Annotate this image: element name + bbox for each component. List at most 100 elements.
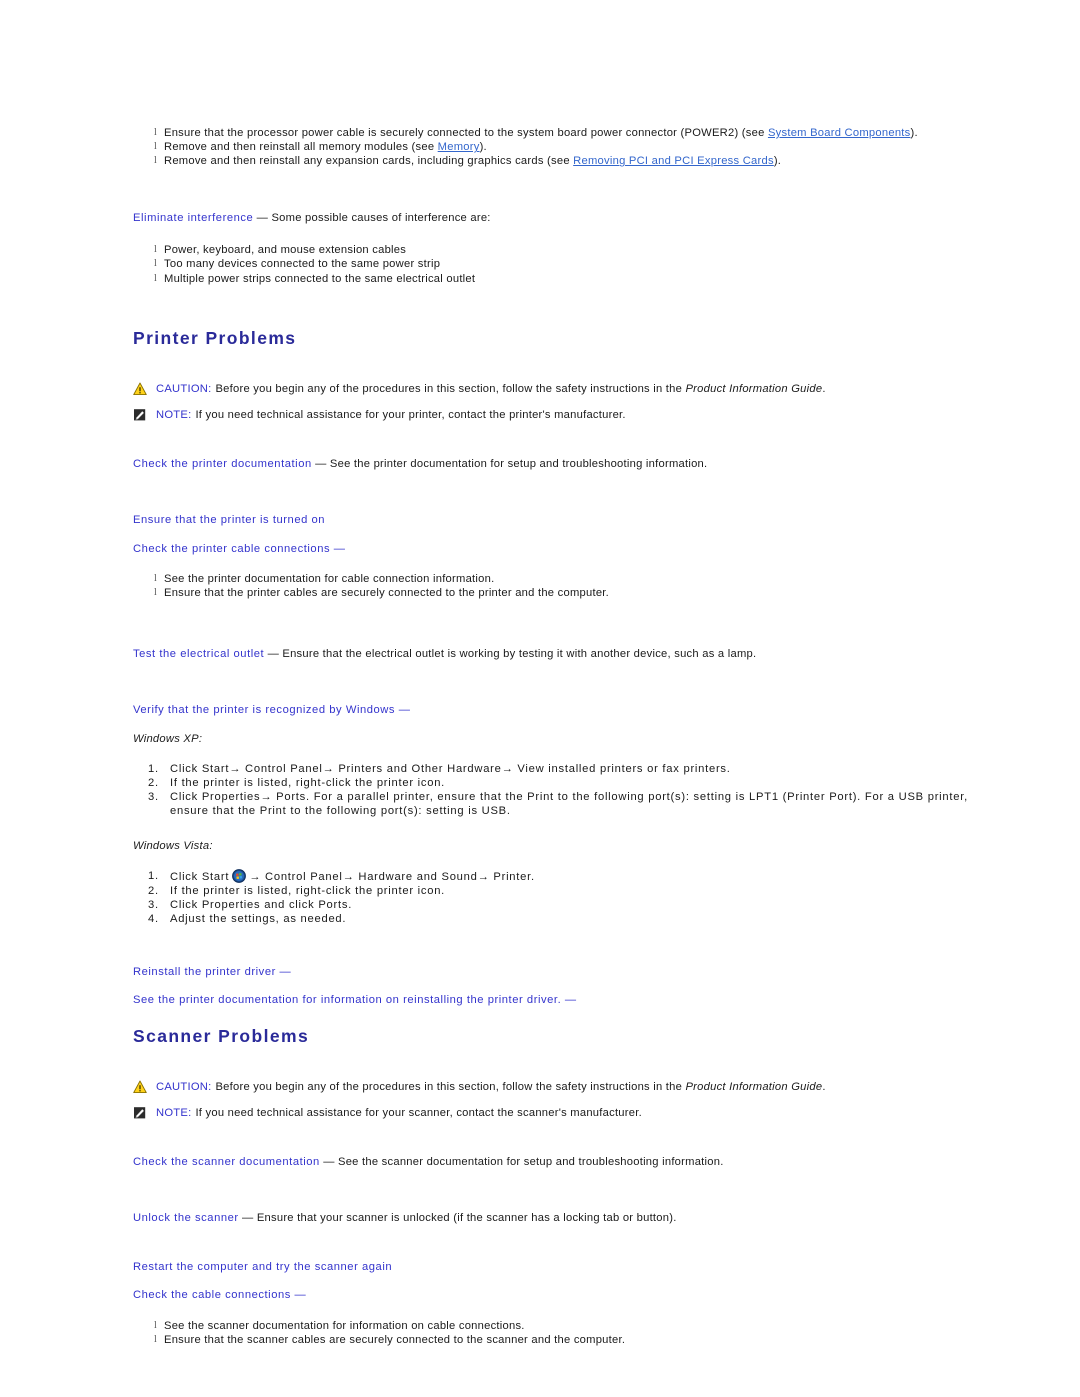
heading-label: Reinstall the printer driver bbox=[133, 965, 276, 978]
bullet-text-post: ). bbox=[479, 141, 487, 154]
heading-dash: — bbox=[290, 1289, 307, 1302]
caution-italic-title: Product Information Guide bbox=[685, 1080, 823, 1093]
see-printer-doc-reinstall-heading: See the printer documentation for inform… bbox=[133, 993, 993, 1008]
heading-label: Check the printer cable connections bbox=[133, 542, 331, 555]
printer-turned-on-heading: Ensure that the printer is turned on bbox=[133, 514, 326, 527]
heading-label: Verify that the printer is recognized by… bbox=[133, 704, 396, 717]
note-pencil-icon bbox=[133, 1106, 147, 1120]
heading-label: See the printer documentation for inform… bbox=[133, 994, 562, 1007]
list-item: Multiple power strips connected to the s… bbox=[133, 272, 993, 286]
windows-vista-start-orb-icon bbox=[232, 868, 247, 883]
vista-step1-post: → Control Panel→ Hardware and Sound→ Pri… bbox=[249, 870, 535, 883]
heading-dash: — bbox=[319, 1155, 338, 1168]
caution-label: CAUTION: bbox=[156, 382, 212, 395]
heading-label: Check the printer documentation bbox=[133, 457, 312, 470]
heading-dash: — bbox=[311, 457, 330, 470]
printer-note-row: NOTE: If you need technical assistance f… bbox=[133, 408, 993, 423]
heading-dash: — bbox=[264, 647, 283, 660]
heading-rest: Ensure that your scanner is unlocked (if… bbox=[256, 1212, 677, 1225]
unlock-scanner-heading: Unlock the scanner — Ensure that your sc… bbox=[133, 1211, 993, 1226]
bullet-text-post: ). bbox=[910, 127, 918, 139]
heading-dash: — bbox=[253, 211, 272, 224]
bullet-text: Remove and then reinstall all memory mod… bbox=[164, 141, 438, 154]
list-item: See the scanner documentation for inform… bbox=[133, 1319, 993, 1333]
list-item: Remove and then reinstall any expansion … bbox=[133, 154, 993, 168]
top-bullet-list: Ensure that the processor power cable is… bbox=[133, 126, 993, 169]
heading-label: Unlock the scanner bbox=[133, 1212, 239, 1225]
check-scanner-documentation-heading: Check the scanner documentation — See th… bbox=[133, 1155, 993, 1170]
eliminate-interference-heading: Eliminate interference — Some possible c… bbox=[133, 211, 993, 226]
bullet-text: Remove and then reinstall any expansion … bbox=[164, 155, 574, 168]
list-item: Ensure that the scanner cables are secur… bbox=[133, 1333, 993, 1347]
check-printer-documentation-heading: Check the printer documentation — See th… bbox=[133, 457, 993, 472]
scanner-cable-bullet-list: See the scanner documentation for inform… bbox=[133, 1319, 993, 1348]
bullet-text-post: ). bbox=[773, 155, 782, 168]
list-item: Adjust the settings, as needed. bbox=[148, 912, 347, 926]
restart-computer-scanner-heading: Restart the computer and try the scanner… bbox=[133, 1260, 393, 1273]
windows-xp-label: Windows XP: bbox=[133, 732, 203, 745]
reinstall-printer-driver-heading: Reinstall the printer driver — bbox=[133, 965, 993, 980]
list-item: If the printer is listed, right-click th… bbox=[148, 884, 446, 898]
link-removing-pci-cards[interactable]: Removing PCI and PCI Express Cards bbox=[573, 155, 774, 167]
list-item: Remove and then reinstall all memory mod… bbox=[133, 140, 993, 154]
heading-label: Check the scanner documentation bbox=[133, 1155, 320, 1168]
document-content: Ensure that the processor power cable is… bbox=[133, 126, 993, 1347]
heading-rest: See the printer documentation for setup … bbox=[329, 457, 708, 470]
heading-dash: — bbox=[238, 1212, 257, 1225]
check-cable-connections-heading: Check the cable connections — bbox=[133, 1288, 993, 1303]
list-item: Ensure that the processor power cable is… bbox=[133, 126, 993, 140]
link-memory[interactable]: Memory bbox=[438, 141, 480, 153]
note-pencil-icon bbox=[133, 408, 147, 422]
printer-cable-bullet-list: See the printer documentation for cable … bbox=[133, 572, 993, 601]
test-electrical-outlet-heading: Test the electrical outlet — Ensure that… bbox=[133, 647, 993, 662]
heading-rest: See the scanner documentation for setup … bbox=[338, 1155, 724, 1168]
list-item: Ensure that the printer cables are secur… bbox=[133, 586, 993, 600]
scanner-caution-row: CAUTION: Before you begin any of the pro… bbox=[133, 1080, 993, 1095]
heading-dash: — bbox=[395, 704, 411, 717]
note-text: If you need technical assistance for you… bbox=[195, 1107, 642, 1120]
warning-triangle-icon bbox=[133, 1080, 147, 1094]
heading-label: Check the cable connections bbox=[133, 1289, 291, 1302]
windows-xp-steps: Click Start→ Control Panel→ Printers and… bbox=[133, 762, 993, 819]
windows-vista-steps: Click Start → Control Panel→ Hardware and… bbox=[133, 869, 993, 927]
heading-rest: Some possible causes of interference are… bbox=[271, 211, 491, 224]
note-label: NOTE: bbox=[156, 1107, 192, 1120]
list-item: Power, keyboard, and mouse extension cab… bbox=[133, 243, 993, 257]
link-system-board-components[interactable]: System Board Components bbox=[768, 127, 911, 139]
verify-printer-recognized-heading: Verify that the printer is recognized by… bbox=[133, 703, 993, 718]
scanner-note-row: NOTE: If you need technical assistance f… bbox=[133, 1106, 993, 1121]
heading-label: Test the electrical outlet bbox=[133, 647, 265, 660]
heading-dash: — bbox=[330, 542, 346, 555]
heading-dash: — bbox=[561, 994, 577, 1007]
check-printer-cable-connections-heading: Check the printer cable connections — bbox=[133, 542, 993, 557]
warning-triangle-icon bbox=[133, 382, 147, 396]
note-label: NOTE: bbox=[156, 409, 192, 422]
printer-problems-title: Printer Problems bbox=[133, 327, 297, 348]
list-item: Click Start → Control Panel→ Hardware and… bbox=[133, 869, 993, 884]
printer-caution-row: CAUTION: Before you begin any of the pro… bbox=[133, 382, 993, 397]
caution-text-after: . bbox=[822, 382, 826, 395]
caution-label: CAUTION: bbox=[156, 1080, 212, 1093]
list-item: Too many devices connected to the same p… bbox=[133, 257, 993, 271]
interference-bullet-list: Power, keyboard, and mouse extension cab… bbox=[133, 243, 993, 286]
list-item: Click Start→ Control Panel→ Printers and… bbox=[148, 762, 731, 776]
caution-text: Before you begin any of the procedures i… bbox=[215, 1080, 825, 1095]
list-item: See the printer documentation for cable … bbox=[133, 572, 993, 586]
heading-label: Eliminate interference bbox=[133, 211, 254, 224]
heading-rest: Ensure that the electrical outlet is wor… bbox=[282, 647, 757, 660]
scanner-problems-title: Scanner Problems bbox=[133, 1025, 310, 1046]
list-item: If the printer is listed, right-click th… bbox=[148, 776, 446, 790]
list-item: Click Properties and click Ports. bbox=[148, 898, 353, 912]
list-item: Click Properties→ Ports. For a parallel … bbox=[148, 790, 968, 818]
note-text: If you need technical assistance for you… bbox=[195, 409, 626, 422]
caution-text-before: Before you begin any of the procedures i… bbox=[215, 382, 686, 395]
bullet-text: Ensure that the processor power cable is… bbox=[164, 127, 768, 139]
vista-step1-pre: Click Start bbox=[170, 870, 230, 883]
caution-text-after: . bbox=[822, 1080, 826, 1093]
heading-dash: — bbox=[275, 965, 292, 978]
document-page: Ensure that the processor power cable is… bbox=[0, 0, 1080, 1397]
caution-italic-title: Product Information Guide bbox=[685, 382, 823, 395]
caution-text: Before you begin any of the procedures i… bbox=[215, 382, 825, 397]
windows-vista-label: Windows Vista: bbox=[133, 839, 213, 852]
caution-text-before: Before you begin any of the procedures i… bbox=[215, 1080, 686, 1093]
